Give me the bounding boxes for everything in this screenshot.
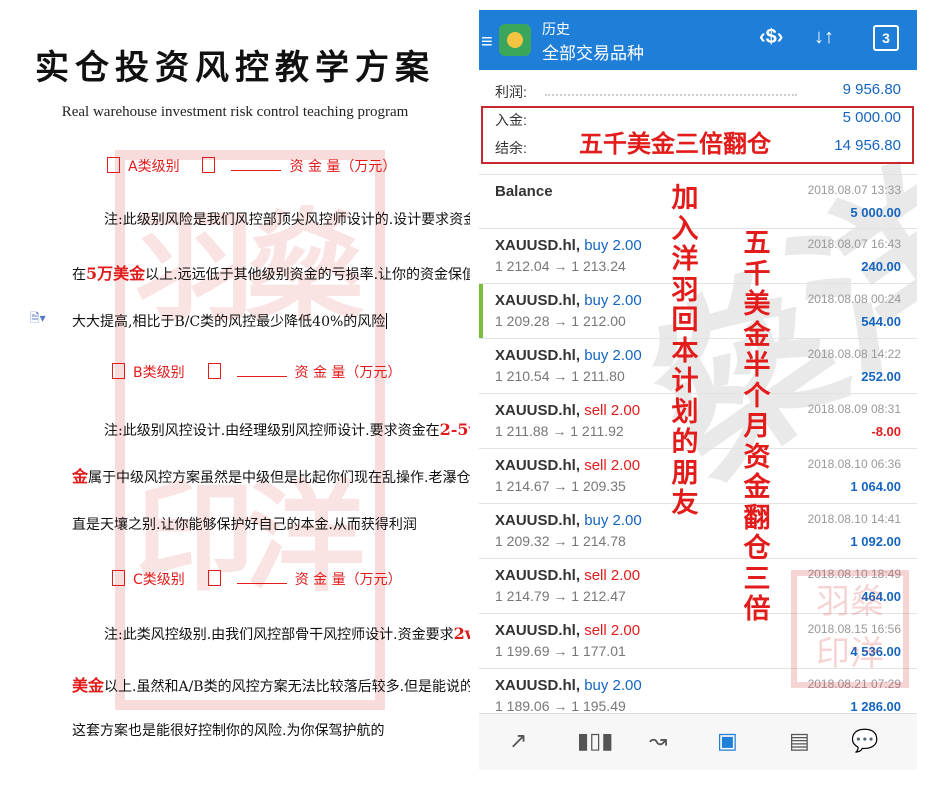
deal-symbol: XAUUSD.hl, buy 2.00 bbox=[495, 677, 642, 694]
deal-prices: 1 199.69 → 1 177.01 bbox=[495, 643, 626, 659]
currency-icon[interactable]: ‹$› bbox=[759, 26, 783, 49]
deal-symbol: XAUUSD.hl, sell 2.00 bbox=[495, 402, 641, 419]
deal-type: buy 2.00 bbox=[584, 512, 642, 529]
document-panel: 羽 燊 印 洋 实仓投资风控教学方案 Real warehouse invest… bbox=[0, 0, 470, 792]
class-a-label: A类级别 bbox=[128, 159, 180, 175]
class-c-checkbox[interactable] bbox=[112, 570, 125, 586]
history-icon[interactable]: ▣ bbox=[717, 728, 738, 754]
para-c-line-1: 注:此类风控级别.由我们风控部骨干风控师设计.资金要求2w bbox=[104, 624, 470, 644]
deal-date: 2018.08.08 14:22 bbox=[807, 347, 901, 361]
bottom-nav: ↗ ▮▯▮ ↝ ▣ ▤ 💬 bbox=[479, 713, 917, 770]
trade-icon[interactable]: ↗ bbox=[509, 728, 527, 754]
seal-stamp: 羽燊 印洋 bbox=[791, 570, 909, 688]
para-c-highlight: 2w bbox=[453, 624, 470, 643]
para-a-line-3[interactable]: 大大提高,相比于B/C类的风控最少降低40%的风险 bbox=[72, 311, 388, 331]
deal-profit: 1 286.00 bbox=[850, 699, 901, 714]
deal-symbol: XAUUSD.hl, sell 2.00 bbox=[495, 457, 641, 474]
deal-type: sell 2.00 bbox=[584, 567, 641, 584]
deal-type: buy 2.00 bbox=[584, 292, 642, 309]
deal-profit: 1 064.00 bbox=[850, 479, 901, 494]
class-c-row: C类级别 资 金 量（万元） bbox=[112, 569, 402, 589]
deal-date: 2018.08.08 00:24 bbox=[807, 292, 901, 306]
deal-prices: 1 211.88 → 1 211.92 bbox=[495, 423, 624, 439]
deal-prices: 1 189.06 → 1 195.49 bbox=[495, 698, 626, 714]
document-title: 实仓投资风控教学方案 bbox=[35, 48, 435, 88]
deal-symbol: XAUUSD.hl, buy 2.00 bbox=[495, 512, 642, 529]
overlay-caption-right: 五千美金半个月资金翻仓三倍 bbox=[743, 228, 771, 624]
class-a-checkbox[interactable] bbox=[107, 157, 120, 173]
para-b-line-1: 注:此级别风控设计.由经理级别风控师设计.要求资金在2-5w美 bbox=[104, 416, 470, 440]
overlay-caption-left: 加入洋羽回本计划的朋友 bbox=[671, 183, 699, 518]
chart-icon[interactable]: ▮▯▮ bbox=[577, 728, 613, 754]
deal-type: sell 2.00 bbox=[584, 622, 641, 639]
sort-icon[interactable]: ↓↑ bbox=[814, 26, 834, 49]
header-title: 历史 bbox=[542, 21, 570, 37]
class-b-label: B类级别 bbox=[133, 365, 185, 381]
para-c-line-3: 这套方案也是能很好控制你的风险.为你保驾护航的 bbox=[72, 723, 385, 739]
deal-prices: 1 209.32 → 1 214.78 bbox=[495, 533, 626, 549]
para-b-highlight: 2-5w美 bbox=[439, 420, 470, 439]
document-subtitle: Real warehouse investment risk control t… bbox=[61, 104, 409, 120]
document-icon[interactable]: 🗎▾ bbox=[30, 309, 46, 330]
class-b-checkbox[interactable] bbox=[112, 363, 125, 379]
deal-prices: 1 209.28 → 1 212.00 bbox=[495, 313, 626, 329]
menu-icon[interactable]: ≡ bbox=[481, 32, 493, 52]
class-b-amount-checkbox[interactable] bbox=[207, 363, 221, 379]
para-b-line-2: 金属于中级风控方案虽然是中级但是比起你们现在乱操作.老瀑仓简 bbox=[72, 467, 470, 486]
calendar-icon[interactable]: 3 bbox=[873, 25, 899, 51]
deal-type: sell 2.00 bbox=[584, 457, 641, 474]
class-c-label: C类级别 bbox=[133, 572, 185, 588]
para-a-highlight: 5万美金 bbox=[86, 264, 146, 283]
deal-symbol: XAUUSD.hl, sell 2.00 bbox=[495, 622, 641, 639]
news-icon[interactable]: ▤ bbox=[789, 728, 810, 754]
deal-prices: 1 214.79 → 1 212.47 bbox=[495, 588, 626, 604]
deal-date: 2018.08.10 06:36 bbox=[807, 457, 901, 471]
chat-icon[interactable]: 💬 bbox=[851, 728, 878, 754]
deal-profit: 544.00 bbox=[861, 314, 901, 329]
deal-prices: 1 210.54 → 1 211.80 bbox=[495, 368, 625, 384]
class-b-row: B类级别 资 金 量（万元） bbox=[112, 362, 401, 382]
app-logo[interactable] bbox=[499, 24, 531, 56]
deal-symbol: XAUUSD.hl, buy 2.00 bbox=[495, 237, 642, 254]
class-a-amount-label: 资 金 量（万元） bbox=[289, 159, 397, 175]
deal-profit: -8.00 bbox=[871, 424, 901, 439]
app-header: ≡ 历史 全部交易品种 ‹$› ↓↑ 3 bbox=[479, 10, 917, 70]
class-a-amount-checkbox[interactable] bbox=[202, 157, 216, 173]
para-a-line-1: 注:此级别风险是我们风控部顶尖风控师设计的.设计要求资金 bbox=[104, 212, 470, 228]
class-a-row: A类级别 资 金 量（万元） bbox=[107, 156, 396, 176]
deal-profit: 252.00 bbox=[861, 369, 901, 384]
class-c-amount-checkbox[interactable] bbox=[207, 570, 221, 586]
symbol-filter[interactable]: 全部交易品种 bbox=[542, 39, 644, 64]
para-c-line-2: 美金以上.虽然和A/B类的风控方案无法比较落后较多.但是能说的是 bbox=[72, 676, 470, 695]
deal-type: sell 2.00 bbox=[584, 402, 641, 419]
deal-type: buy 2.00 bbox=[584, 347, 642, 364]
class-c-amount-label: 资 金 量（万元） bbox=[294, 572, 402, 588]
deal-prices: 1 212.04 → 1 213.24 bbox=[495, 258, 626, 274]
deal-symbol: XAUUSD.hl, sell 2.00 bbox=[495, 567, 641, 584]
deal-date: 2018.08.09 08:31 bbox=[807, 402, 901, 416]
deal-type: buy 2.00 bbox=[584, 677, 642, 694]
trading-app: 燊洋 ≡ 历史 全部交易品种 ‹$› ↓↑ 3 利润: 9 956.80 入金: 5… bbox=[479, 10, 917, 770]
text-cursor bbox=[386, 313, 388, 329]
deal-date: 2018.08.10 14:41 bbox=[807, 512, 901, 526]
deal-symbol: XAUUSD.hl, buy 2.00 bbox=[495, 347, 642, 364]
para-a-line-2: 在5万美金以上.远远低于其他级别资金的亏损率.让你的资金保值性 bbox=[72, 264, 470, 283]
deal-prices: 1 214.67 → 1 209.35 bbox=[495, 478, 626, 494]
deal-profit: 240.00 bbox=[861, 259, 901, 274]
highlight-caption: 五千美金三倍翻仓 bbox=[579, 131, 771, 158]
class-b-amount-label: 资 金 量（万元） bbox=[294, 365, 402, 381]
deal-profit: 1 092.00 bbox=[850, 534, 901, 549]
analytics-icon[interactable]: ↝ bbox=[649, 728, 667, 754]
para-b-line-3: 直是天壤之别.让你能够保护好自己的本金.从而获得利润 bbox=[72, 517, 417, 533]
deal-date: 2018.08.07 16:43 bbox=[807, 237, 901, 251]
selected-indicator bbox=[479, 284, 483, 338]
deal-symbol: XAUUSD.hl, buy 2.00 bbox=[495, 292, 642, 309]
summary-profit: 利润: 9 956.80 bbox=[495, 81, 901, 100]
deal-type: buy 2.00 bbox=[584, 237, 642, 254]
